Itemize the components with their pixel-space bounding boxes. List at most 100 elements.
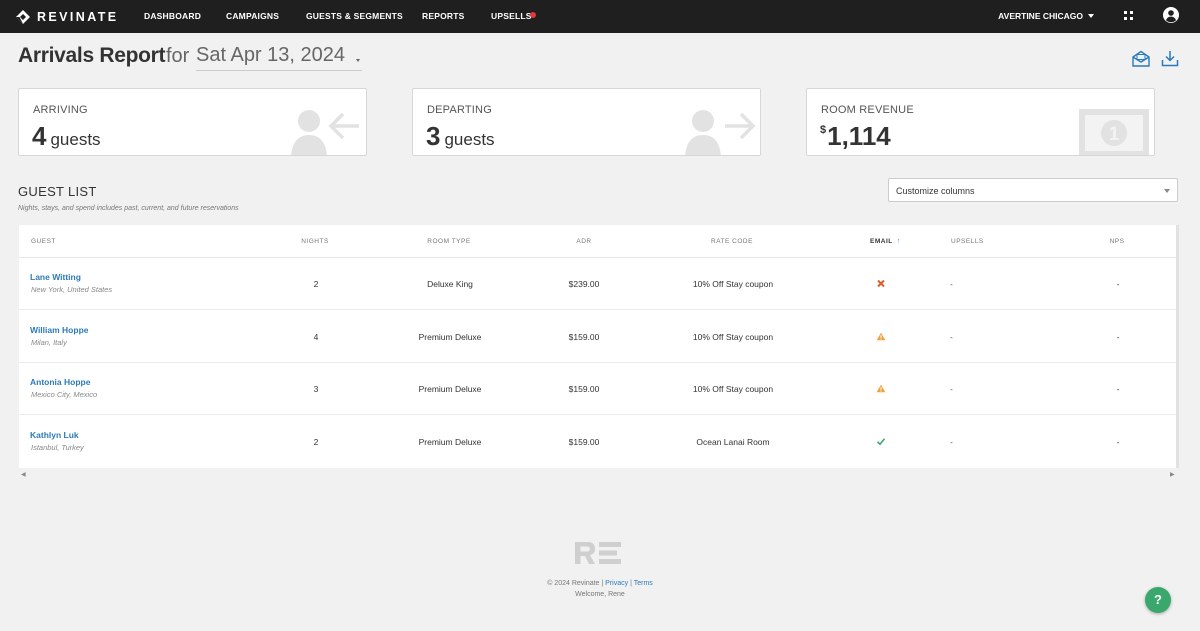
customize-columns-select[interactable]: Customize columns	[888, 178, 1178, 202]
nav-campaigns[interactable]: CAMPAIGNS	[226, 11, 279, 21]
rate-code-cell: 10% Off Stay coupon	[692, 384, 774, 394]
card-label: ARRIVING	[33, 104, 88, 116]
arriving-card: ARRIVING 4 guests	[18, 88, 367, 156]
room-type-cell: Premium Deluxe	[418, 437, 482, 447]
col-header-adr[interactable]: ADR	[576, 238, 591, 245]
card-value: 3 guests	[426, 121, 495, 152]
room-type-cell: Deluxe King	[427, 279, 473, 289]
upsells-cell: -	[950, 279, 953, 289]
adr-cell: $159.00	[568, 332, 600, 342]
adr-cell: $159.00	[568, 384, 600, 394]
help-button[interactable]: ?	[1145, 587, 1171, 613]
upsells-alert-dot	[530, 12, 536, 18]
date-chevron-down-icon[interactable]	[356, 59, 360, 62]
nav-dashboard[interactable]: DASHBOARD	[144, 11, 201, 21]
table-row: Lane Witting New York, United States 2 D…	[19, 258, 1179, 310]
table-row: Antonia Hoppe Mexico City, Mexico 3 Prem…	[19, 363, 1179, 415]
email-warning-icon	[876, 332, 886, 341]
nav-reports[interactable]: REPORTS	[422, 11, 465, 21]
revinate-footer-logo-icon	[575, 542, 621, 564]
property-name: AVERTINE CHICAGO	[998, 11, 1083, 21]
col-header-nps[interactable]: NPS	[1110, 238, 1125, 245]
room-revenue-card: ROOM REVENUE $ 1,114 1	[806, 88, 1155, 156]
download-icon[interactable]	[1161, 50, 1179, 67]
nps-cell: -	[1116, 437, 1120, 447]
card-value: $ 1,114	[820, 121, 891, 152]
guest-name-link[interactable]: William Hoppe	[30, 325, 88, 335]
footer-links: © 2024 Revinate | Privacy | Terms	[547, 580, 653, 587]
top-nav: REVINATE DASHBOARD CAMPAIGNS GUESTS & SE…	[0, 0, 1200, 33]
nps-cell: -	[1116, 332, 1120, 342]
guest-list-note: Nights, stays, and spend includes past, …	[18, 205, 239, 212]
welcome-text: Welcome, Rene	[575, 591, 625, 598]
email-error-x-icon	[877, 279, 885, 288]
brand-logo[interactable]: REVINATE	[16, 9, 144, 24]
upsells-cell: -	[950, 332, 953, 342]
nights-cell: 3	[313, 384, 319, 394]
departing-unit: guests	[444, 130, 495, 149]
page-title: Arrivals Report	[18, 44, 166, 67]
upsells-cell: -	[950, 384, 953, 394]
guest-location: Milan, Italy	[31, 338, 67, 347]
brand-name: REVINATE	[37, 9, 119, 24]
svg-text:1: 1	[1109, 124, 1120, 145]
guest-location: Mexico City, Mexico	[31, 390, 98, 399]
email-report-icon[interactable]	[1132, 50, 1150, 67]
sort-ascending-icon: ↑	[896, 238, 901, 245]
arriving-person-icon	[291, 110, 359, 155]
rate-code-cell: 10% Off Stay coupon	[692, 332, 774, 342]
currency-symbol: $	[820, 124, 827, 136]
col-header-email-label: EMAIL	[870, 238, 893, 245]
room-type-cell: Premium Deluxe	[418, 332, 482, 342]
privacy-link[interactable]: Privacy	[605, 580, 628, 587]
arriving-unit: guests	[50, 130, 101, 149]
guest-table-scroll[interactable]: GUEST NIGHTS ROOM TYPE ADR RATE CODE EMA…	[19, 225, 1179, 468]
user-account-icon[interactable]	[1163, 7, 1179, 23]
customize-columns-label: Customize columns	[896, 186, 975, 196]
nps-cell: -	[1116, 279, 1120, 289]
nps-cell: -	[1116, 384, 1120, 394]
upsells-cell: -	[950, 437, 953, 447]
chevron-down-icon	[1088, 14, 1094, 18]
email-warning-icon	[876, 384, 886, 393]
terms-link[interactable]: Terms	[634, 580, 653, 587]
nav-upsells[interactable]: UPSELLS	[491, 11, 532, 21]
guest-location: New York, United States	[31, 285, 113, 294]
guest-name-link[interactable]: Kathlyn Luk	[30, 430, 79, 440]
nav-guests-segments[interactable]: GUESTS & SEGMENTS	[306, 11, 403, 21]
date-picker[interactable]: Sat Apr 13, 2024	[196, 44, 362, 71]
nights-cell: 4	[313, 332, 319, 342]
adr-cell: $159.00	[568, 437, 600, 447]
col-header-upsells[interactable]: UPSELLS	[951, 238, 984, 245]
guest-table: GUEST NIGHTS ROOM TYPE ADR RATE CODE EMA…	[19, 225, 1179, 468]
card-label: DEPARTING	[427, 104, 492, 116]
departing-count: 3	[426, 121, 441, 151]
table-row: Kathlyn Luk Istanbul, Turkey 2 Premium D…	[19, 416, 1179, 468]
email-ok-check-icon	[876, 438, 886, 446]
nights-cell: 2	[313, 279, 319, 289]
guest-name-link[interactable]: Antonia Hoppe	[30, 377, 90, 387]
chevron-down-icon	[1164, 189, 1170, 193]
card-label: ROOM REVENUE	[821, 104, 914, 116]
table-vertical-scrollbar[interactable]	[1176, 225, 1179, 468]
col-header-nights[interactable]: NIGHTS	[301, 238, 329, 245]
col-header-room-type[interactable]: ROOM TYPE	[427, 238, 470, 245]
card-value: 4 guests	[32, 121, 101, 152]
adr-cell: $239.00	[568, 279, 600, 289]
apps-grid-icon[interactable]	[1124, 11, 1133, 20]
col-header-email[interactable]: EMAIL ↑	[870, 238, 901, 245]
money-bill-icon: 1	[1079, 109, 1149, 155]
col-header-rate-code[interactable]: RATE CODE	[711, 238, 753, 245]
table-row: William Hoppe Milan, Italy 4 Premium Del…	[19, 311, 1179, 363]
col-header-guest[interactable]: GUEST	[31, 238, 56, 245]
departing-person-icon	[685, 110, 756, 155]
guest-list-title: GUEST LIST	[18, 184, 97, 199]
guest-name-link[interactable]: Lane Witting	[30, 272, 81, 282]
title-for-label: for	[166, 45, 190, 67]
guest-location: Istanbul, Turkey	[31, 443, 84, 452]
scroll-left-icon[interactable]: ◀	[21, 471, 26, 478]
copyright-text: © 2024 Revinate	[547, 580, 600, 587]
property-selector[interactable]: AVERTINE CHICAGO	[998, 11, 1094, 21]
scroll-right-icon[interactable]: ▶	[1170, 471, 1175, 478]
rate-code-cell: Ocean Lanai Room	[696, 437, 770, 447]
